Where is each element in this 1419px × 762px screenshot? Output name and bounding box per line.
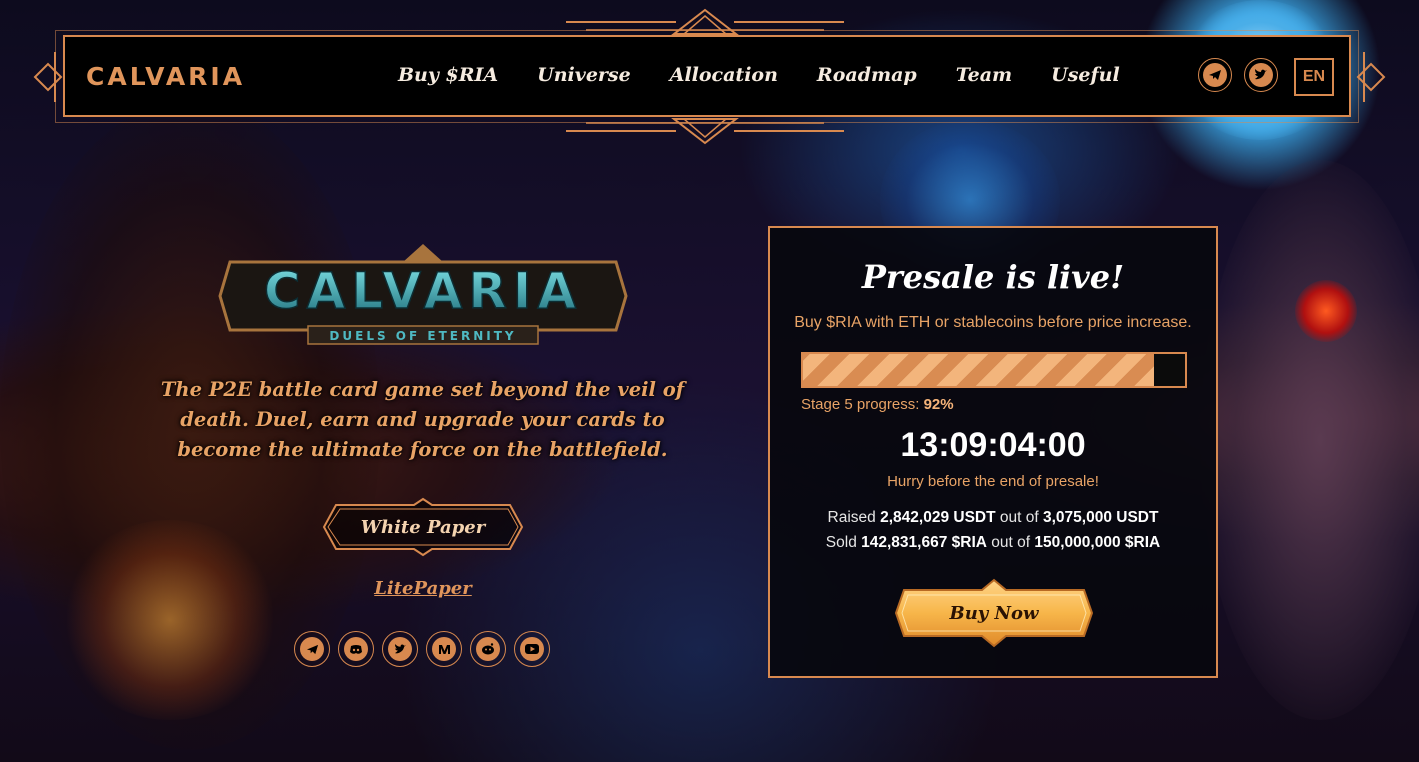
reddit-icon	[476, 637, 500, 661]
fire-glow	[60, 520, 280, 720]
litepaper-link[interactable]: LitePaper	[322, 578, 524, 599]
header-telegram-button[interactable]	[1198, 58, 1232, 92]
header-bottom-ornament	[566, 118, 844, 145]
twitter-icon	[388, 637, 412, 661]
hero-social-row	[294, 631, 550, 667]
presale-hurry-text: Hurry before the end of presale!	[887, 473, 1099, 490]
discord-icon	[344, 637, 368, 661]
game-logo: CALVARIA DUELS OF ETERNITY	[218, 244, 628, 345]
sold-prefix: Sold	[825, 534, 857, 551]
nav-buy-ria[interactable]: Buy $RIA	[398, 64, 498, 86]
sold-total: 150,000,000 $RIA	[1034, 534, 1161, 551]
language-selector[interactable]: EN	[1294, 58, 1334, 96]
hero-medium-button[interactable]	[426, 631, 462, 667]
hero-telegram-button[interactable]	[294, 631, 330, 667]
hero-reddit-button[interactable]	[470, 631, 506, 667]
raised-total: 3,075,000 USDT	[1042, 509, 1159, 526]
youtube-icon	[520, 637, 544, 661]
header-top-ornament	[566, 8, 844, 35]
raised-amount: 2,842,029 USDT	[880, 509, 996, 526]
presale-title: Presale is live!	[861, 258, 1125, 296]
header-twitter-button[interactable]	[1244, 58, 1278, 92]
raised-line: Raised 2,842,029 USDT out of 3,075,000 U…	[770, 509, 1216, 527]
presale-countdown: 13:09:04:00	[900, 426, 1086, 464]
right-creature-shade	[1200, 160, 1419, 720]
header-right-ornament	[1356, 52, 1386, 102]
sold-line: Sold 142,831,667 $RIA out of 150,000,000…	[770, 534, 1216, 552]
white-paper-label: White Paper	[360, 516, 486, 538]
hero-twitter-button[interactable]	[382, 631, 418, 667]
header-left-ornament	[33, 52, 63, 102]
presale-progress-fill	[803, 354, 1155, 386]
presale-panel: Presale is live! Buy $RIA with ETH or st…	[768, 226, 1218, 678]
twitter-icon	[1249, 63, 1273, 87]
red-eye	[1295, 280, 1357, 342]
nav-roadmap[interactable]: Roadmap	[817, 64, 917, 86]
site-logo[interactable]: CALVARIA	[86, 62, 245, 91]
buy-now-label: Buy Now	[949, 602, 1039, 624]
stage-progress-text: Stage 5 progress: 92%	[801, 396, 954, 413]
nav-team[interactable]: Team	[956, 64, 1012, 86]
nav-allocation[interactable]: Allocation	[670, 64, 778, 86]
game-logo-title: CALVARIA	[264, 262, 582, 320]
stage-progress-value: 92%	[923, 396, 954, 413]
buy-now-button[interactable]: Buy Now	[894, 578, 1094, 648]
raised-prefix: Raised	[827, 509, 876, 526]
hero-tagline: The P2E battle card game set beyond the …	[160, 378, 685, 461]
white-paper-button[interactable]: White Paper	[322, 497, 524, 557]
telegram-icon	[300, 637, 324, 661]
raised-mid: out of	[999, 509, 1039, 526]
hero-youtube-button[interactable]	[514, 631, 550, 667]
main-nav: Buy $RIA Universe Allocation Roadmap Tea…	[398, 64, 1159, 86]
stage-progress-label: Stage 5 progress:	[801, 396, 920, 413]
nav-universe[interactable]: Universe	[537, 64, 631, 86]
sold-amount: 142,831,667 $RIA	[861, 534, 987, 551]
sold-mid: out of	[991, 534, 1031, 551]
nav-useful[interactable]: Useful	[1051, 64, 1120, 86]
presale-progress-bar	[801, 352, 1187, 388]
game-logo-subtitle: DUELS OF ETERNITY	[329, 329, 516, 343]
telegram-icon	[1203, 63, 1227, 87]
presale-subtitle: Buy $RIA with ETH or stablecoins before …	[794, 314, 1192, 331]
hero-discord-button[interactable]	[338, 631, 374, 667]
medium-icon	[432, 637, 456, 661]
